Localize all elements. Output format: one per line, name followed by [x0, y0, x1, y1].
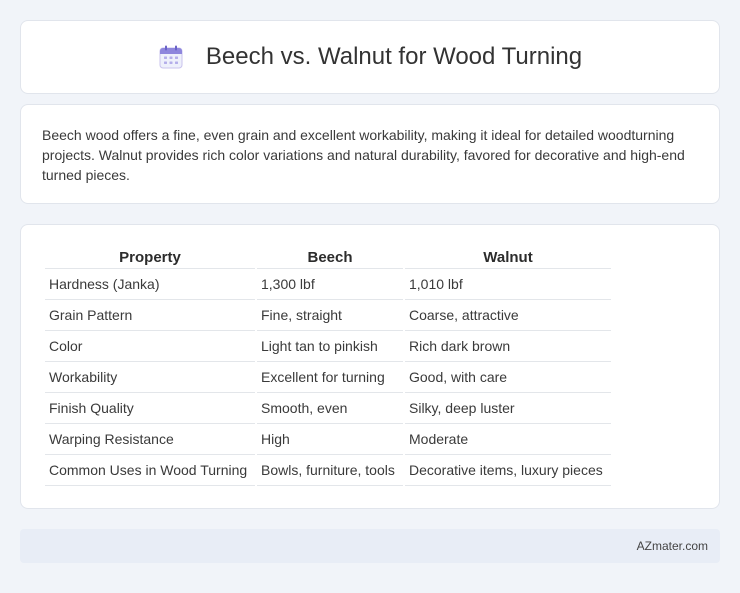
table-row: Finish Quality Smooth, even Silky, deep …: [45, 393, 611, 424]
table-row: Grain Pattern Fine, straight Coarse, att…: [45, 300, 611, 331]
cell-walnut: Moderate: [405, 424, 611, 455]
table-row: Warping Resistance High Moderate: [45, 424, 611, 455]
header-property: Property: [45, 247, 255, 269]
footer-site-link[interactable]: AZmater.com: [637, 539, 708, 553]
table-card: Property Beech Walnut Hardness (Janka) 1…: [20, 224, 720, 509]
summary-card: Beech wood offers a fine, even grain and…: [20, 104, 720, 204]
cell-property: Common Uses in Wood Turning: [45, 455, 255, 486]
cell-walnut: Silky, deep luster: [405, 393, 611, 424]
cell-beech: Smooth, even: [257, 393, 403, 424]
table-row: Hardness (Janka) 1,300 lbf 1,010 lbf: [45, 269, 611, 300]
comparison-table: Property Beech Walnut Hardness (Janka) 1…: [43, 247, 613, 486]
cell-walnut: 1,010 lbf: [405, 269, 611, 300]
table-row: Workability Excellent for turning Good, …: [45, 362, 611, 393]
cell-walnut: Coarse, attractive: [405, 300, 611, 331]
title-wrap: Beech vs. Walnut for Wood Turning: [158, 43, 582, 71]
cell-walnut: Rich dark brown: [405, 331, 611, 362]
cell-property: Hardness (Janka): [45, 269, 255, 300]
cell-beech: High: [257, 424, 403, 455]
header-beech: Beech: [257, 247, 403, 269]
table-row: Common Uses in Wood Turning Bowls, furni…: [45, 455, 611, 486]
footer: AZmater.com: [20, 529, 720, 563]
cell-walnut: Decorative items, luxury pieces: [405, 455, 611, 486]
cell-beech: 1,300 lbf: [257, 269, 403, 300]
cell-beech: Light tan to pinkish: [257, 331, 403, 362]
cell-property: Warping Resistance: [45, 424, 255, 455]
cell-property: Workability: [45, 362, 255, 393]
cell-beech: Excellent for turning: [257, 362, 403, 393]
cell-property: Finish Quality: [45, 393, 255, 424]
cell-beech: Bowls, furniture, tools: [257, 455, 403, 486]
header-walnut: Walnut: [405, 247, 611, 269]
summary-text: Beech wood offers a fine, even grain and…: [42, 127, 685, 183]
calendar-icon: [159, 45, 183, 69]
cell-property: Color: [45, 331, 255, 362]
table-header-row: Property Beech Walnut: [45, 247, 611, 269]
cell-walnut: Good, with care: [405, 362, 611, 393]
title-card: Beech vs. Walnut for Wood Turning: [20, 20, 720, 94]
page-title: Beech vs. Walnut for Wood Turning: [205, 43, 583, 70]
cell-beech: Fine, straight: [257, 300, 403, 331]
cell-property: Grain Pattern: [45, 300, 255, 331]
table-row: Color Light tan to pinkish Rich dark bro…: [45, 331, 611, 362]
